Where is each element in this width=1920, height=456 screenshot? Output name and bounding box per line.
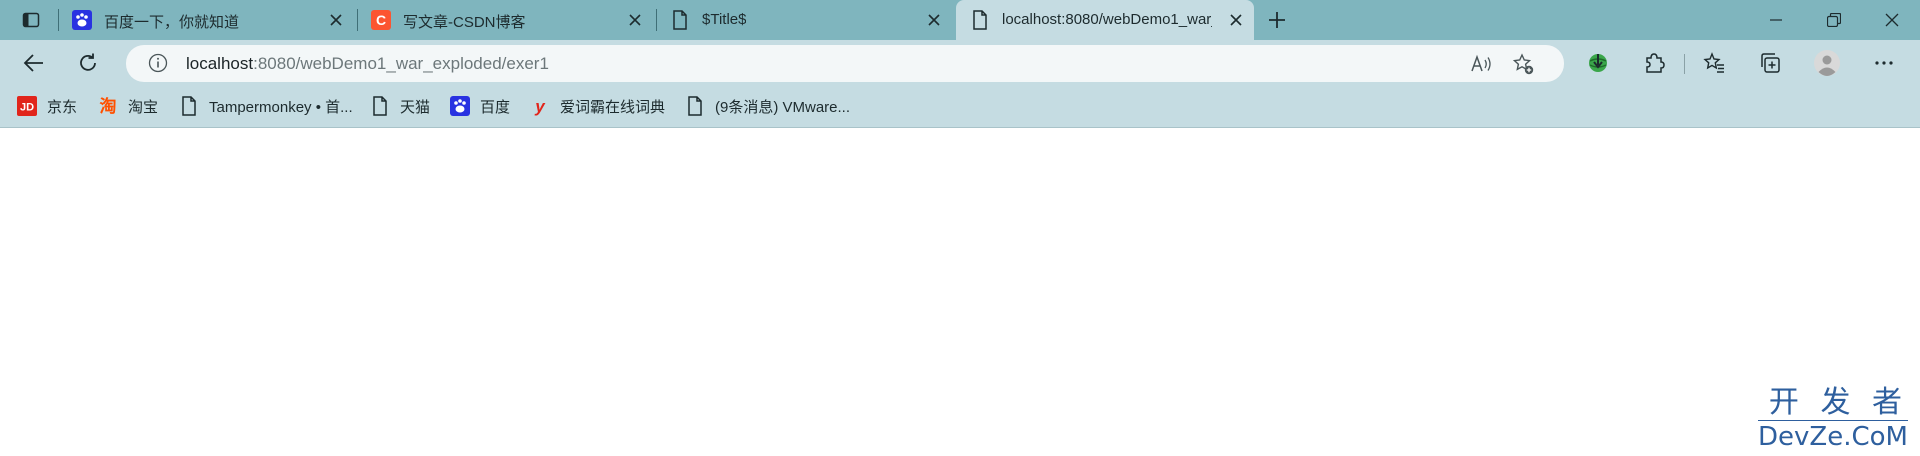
back-button[interactable] (16, 47, 52, 79)
favorites-list-icon (1703, 52, 1724, 73)
bookmark-tampermonkey[interactable]: Tampermonkey • 首... (179, 92, 353, 120)
page-icon (370, 96, 390, 116)
refresh-icon (80, 53, 96, 71)
browser-chrome: 百度一下，你就知道 C 写文章-CSDN博客 $Title$ localhost… (0, 0, 1920, 128)
tab-title: 写文章-CSDN博客 (403, 14, 526, 31)
tab-actions-button[interactable] (12, 6, 50, 34)
tab-strip: 百度一下，你就知道 C 写文章-CSDN博客 $Title$ localhost… (0, 0, 1920, 40)
tab-close-button[interactable] (924, 10, 944, 30)
page-icon (670, 10, 690, 30)
close-icon (629, 14, 641, 26)
tab-actions-icon (22, 12, 40, 28)
svg-text:y: y (534, 97, 546, 116)
star-add-icon (1512, 53, 1534, 75)
watermark-chinese: 开 发 者 (1768, 385, 1908, 420)
jd-logo-icon: JD (17, 96, 37, 116)
close-icon (1230, 14, 1242, 26)
toolbar-divider (1684, 54, 1685, 74)
minimize-icon (1770, 19, 1782, 21)
bookmark-label: 京东 (47, 98, 78, 116)
add-favorite-button[interactable] (1510, 51, 1536, 77)
url-host: localhost (186, 54, 254, 73)
tab-separator (58, 9, 59, 31)
window-close-button[interactable] (1864, 0, 1920, 40)
svg-text:JD: JD (20, 102, 34, 114)
tab-baidu[interactable]: 百度一下，你就知道 (58, 0, 354, 40)
extensions-button[interactable] (1636, 47, 1672, 79)
address-url[interactable]: localhost:8080/webDemo1_war_exploded/exe… (186, 54, 549, 74)
profile-button[interactable] (1809, 47, 1845, 79)
tab-localhost[interactable]: localhost:8080/webDemo1_war_ (956, 0, 1254, 40)
page-content (0, 128, 1920, 456)
avatar-icon (1814, 50, 1840, 76)
read-aloud-icon (1471, 54, 1491, 72)
address-bar[interactable]: localhost:8080/webDemo1_war_exploded/exe… (126, 45, 1564, 82)
page-icon (685, 96, 705, 116)
baidu-paw-icon (450, 96, 470, 116)
iciba-logo-icon: y (530, 96, 550, 116)
read-aloud-button[interactable] (1468, 51, 1494, 77)
bookmark-iciba[interactable]: y 爱词霸在线词典 (530, 92, 665, 120)
bookmark-jd[interactable]: JD 京东 (17, 92, 77, 120)
restore-icon (1827, 13, 1841, 27)
watermark: 开 发 者 DevZe.CoM (1758, 386, 1908, 452)
watermark-latin: DevZe.CoM (1758, 420, 1908, 452)
bookmarks-bar: JD 京东 淘 淘宝 Tampermonkey • 首... 天猫 百度 y 爱… (0, 92, 1920, 120)
baidu-paw-icon (72, 10, 92, 30)
taobao-logo-icon: 淘 (98, 96, 118, 116)
refresh-button[interactable] (70, 47, 106, 79)
back-arrow-icon (23, 54, 43, 72)
more-dots-icon (1875, 61, 1893, 65)
tab-title: localhost:8080/webDemo1_war_ (1002, 11, 1212, 28)
tab-close-button[interactable] (1226, 10, 1246, 30)
tab-separator (656, 9, 657, 31)
info-icon[interactable] (148, 53, 168, 73)
page-icon (179, 96, 199, 116)
bookmark-label: 淘宝 (128, 98, 159, 116)
collections-button[interactable] (1752, 47, 1788, 79)
page-icon (970, 10, 990, 30)
bookmark-label: 百度 (480, 98, 511, 116)
svg-text:C: C (376, 12, 386, 28)
idm-extension-button[interactable] (1580, 47, 1616, 79)
bookmark-label: (9条消息) VMware... (715, 98, 851, 116)
close-icon (1885, 13, 1899, 27)
favorites-button[interactable] (1696, 47, 1732, 79)
csdn-logo-icon: C (371, 10, 391, 30)
tab-title: $Title$ (702, 11, 747, 28)
download-manager-globe-icon (1589, 54, 1607, 72)
new-tab-button[interactable] (1262, 6, 1292, 34)
tab-title: 百度一下，你就知道 (104, 14, 240, 31)
settings-menu-button[interactable] (1866, 47, 1902, 79)
tab-title-placeholder[interactable]: $Title$ (656, 0, 952, 40)
tab-close-button[interactable] (326, 10, 346, 30)
minimize-button[interactable] (1748, 0, 1804, 40)
bookmark-vmware[interactable]: (9条消息) VMware... (685, 92, 850, 120)
tab-csdn[interactable]: C 写文章-CSDN博客 (357, 0, 653, 40)
bookmark-taobao[interactable]: 淘 淘宝 (98, 92, 159, 120)
restore-button[interactable] (1806, 0, 1862, 40)
close-icon (928, 14, 940, 26)
bookmark-baidu[interactable]: 百度 (450, 92, 510, 120)
url-path: :8080/webDemo1_war_exploded/exer1 (253, 54, 549, 73)
puzzle-piece-icon (1646, 53, 1665, 73)
tab-separator (357, 9, 358, 31)
bookmark-label: 天猫 (400, 98, 431, 116)
bookmark-tmall[interactable]: 天猫 (370, 92, 430, 120)
plus-icon (1269, 12, 1285, 28)
tab-close-button[interactable] (625, 10, 645, 30)
close-icon (330, 14, 342, 26)
bookmark-label: Tampermonkey • 首... (209, 98, 353, 116)
svg-text:淘: 淘 (100, 96, 117, 116)
bookmark-label: 爱词霸在线词典 (560, 98, 666, 116)
collections-icon (1761, 53, 1780, 73)
